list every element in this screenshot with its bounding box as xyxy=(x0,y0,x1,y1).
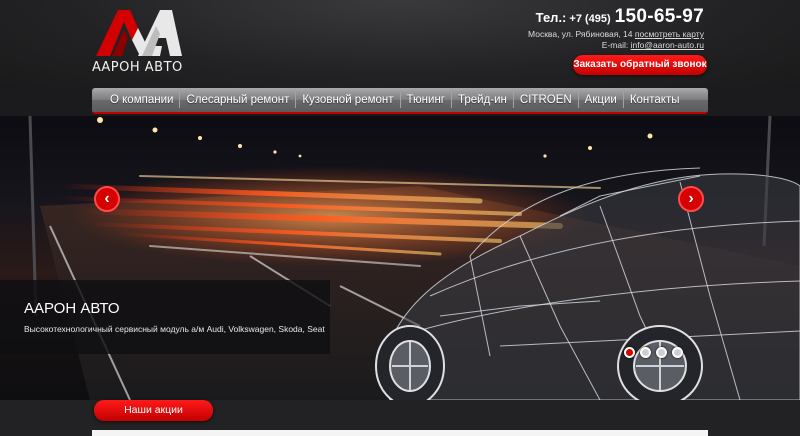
logo-mark-icon xyxy=(96,10,182,56)
email: E-mail: info@aaron-auto.ru xyxy=(528,40,704,50)
slide-caption: ААРОН АВТО Высокотехнологичный сервисный… xyxy=(0,280,330,354)
nav-item-promotions[interactable]: Акции xyxy=(579,88,623,112)
nav-item-contacts[interactable]: Контакты xyxy=(624,88,686,112)
slider-prev-button[interactable]: ‹ xyxy=(94,186,120,212)
nav-item-company[interactable]: О компании xyxy=(104,88,179,112)
promotions-button[interactable]: Наши акции xyxy=(94,400,213,421)
phone-code: +7 (495) xyxy=(569,13,611,25)
logo-text: ААРОН АВТО xyxy=(92,60,183,75)
callback-button[interactable]: Заказать обратный звонок xyxy=(573,55,707,75)
hero-slider: ‹ › ААРОН АВТО Высокотехнологичный серви… xyxy=(0,116,800,400)
site-header: ААРОН АВТО Тел.: +7 (495) 150-65-97 Москва… xyxy=(0,0,800,88)
contacts-block: Тел.: +7 (495) 150-65-97 Москва, ул. Рябин… xyxy=(528,6,704,50)
logo[interactable]: ААРОН АВТО xyxy=(92,8,184,78)
nav-item-mechanical-repair[interactable]: Слесарный ремонт xyxy=(180,88,295,112)
slider-dot[interactable] xyxy=(656,347,667,358)
slide-caption-title: ААРОН АВТО xyxy=(24,300,120,317)
chevron-left-icon: ‹ xyxy=(104,190,110,207)
slider-pagination xyxy=(624,347,683,358)
nav-item-citroen[interactable]: CITROEN xyxy=(514,88,578,112)
phone-number: 150-65-97 xyxy=(614,6,704,27)
address-text: Москва, ул. Рябиновая, 14 xyxy=(528,29,633,39)
slider-dot[interactable] xyxy=(624,347,635,358)
main-nav: О компании Слесарный ремонт Кузовной рем… xyxy=(92,88,708,114)
nav-item-body-repair[interactable]: Кузовной ремонт xyxy=(296,88,399,112)
slider-dot[interactable] xyxy=(672,347,683,358)
nav-item-tuning[interactable]: Тюнинг xyxy=(401,88,451,112)
content-panel-edge xyxy=(92,430,708,436)
slider-next-button[interactable]: › xyxy=(678,186,704,212)
email-label: E-mail: xyxy=(601,40,629,50)
phone-label: Тел.: xyxy=(535,10,567,25)
email-link[interactable]: info@aaron-auto.ru xyxy=(631,40,704,50)
slider-dot[interactable] xyxy=(640,347,651,358)
chevron-right-icon: › xyxy=(688,190,694,207)
phone: Тел.: +7 (495) 150-65-97 xyxy=(528,6,704,28)
nav-item-trade-in[interactable]: Трейд-ин xyxy=(452,88,513,112)
address: Москва, ул. Рябиновая, 14 посмотреть кар… xyxy=(528,29,704,39)
slide-caption-text: Высокотехнологичный сервисный модуль а/м… xyxy=(24,324,325,334)
map-link[interactable]: посмотреть карту xyxy=(635,29,704,39)
